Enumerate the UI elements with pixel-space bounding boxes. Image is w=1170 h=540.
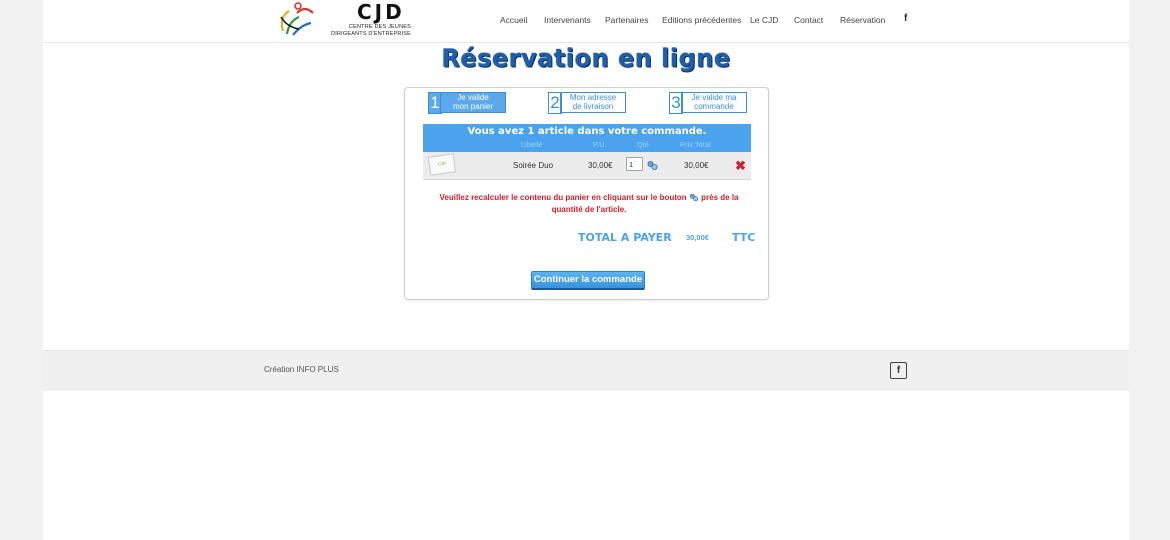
column-header-libelle: Libellé bbox=[521, 140, 543, 149]
logo-subtitle: CENTRE DES JEUNES DIRIGEANTS D'ENTREPRIS… bbox=[331, 24, 411, 37]
cart-row: CJD Soirée Duo 30,00€ 1 30,00€ ✖ bbox=[423, 152, 751, 180]
nav-editions-precedentes[interactable]: Editions précédentes bbox=[662, 15, 741, 25]
site-footer: Création INFO PLUS f bbox=[43, 350, 1129, 391]
cart-summary: Vous avez 1 article dans votre commande. bbox=[467, 126, 707, 137]
site-header: CJD CENTRE DES JEUNES DIRIGEANTS D'ENTRE… bbox=[43, 0, 1129, 43]
refresh-icon[interactable] bbox=[647, 160, 658, 171]
page-title: Réservation en ligne bbox=[441, 43, 731, 73]
row-total: 30,00€ bbox=[684, 161, 709, 170]
facebook-icon[interactable]: f bbox=[904, 13, 907, 24]
reservation-panel: 1 Je valide mon panier 2 Mon adresse de … bbox=[404, 87, 769, 300]
logo-text: CJD bbox=[357, 0, 405, 24]
step-label-line: commande bbox=[694, 101, 734, 111]
step-label: Mon adresse de livraison bbox=[560, 92, 626, 113]
step-label-line: de livraison bbox=[572, 101, 614, 111]
total-suffix: TTC bbox=[732, 231, 756, 244]
facebook-icon[interactable]: f bbox=[890, 362, 907, 379]
warning-text-part1: Veuillez recalculer le contenu du panier… bbox=[439, 193, 687, 202]
delete-icon[interactable]: ✖ bbox=[735, 159, 746, 172]
recalculate-warning: Veuillez recalculer le contenu du panier… bbox=[425, 192, 753, 216]
logo-mark-icon bbox=[280, 2, 314, 36]
column-header-pu: P.U. bbox=[593, 140, 607, 149]
step-label: Je valide mon panier bbox=[440, 92, 506, 113]
step-label: Je valide ma commande bbox=[681, 92, 747, 113]
nav-contact[interactable]: Contact bbox=[794, 15, 823, 25]
quantity-input[interactable]: 1 bbox=[626, 157, 643, 171]
total-label: TOTAL A PAYER bbox=[578, 231, 672, 244]
nav-intervenants[interactable]: Intervenants bbox=[544, 15, 591, 25]
nav-accueil[interactable]: Accueil bbox=[500, 15, 527, 25]
site-logo[interactable]: CJD CENTRE DES JEUNES DIRIGEANTS D'ENTRE… bbox=[274, 0, 414, 42]
page: CJD CENTRE DES JEUNES DIRIGEANTS D'ENTRE… bbox=[43, 0, 1129, 540]
column-header-prix-total: Prix Total bbox=[680, 140, 711, 149]
refresh-icon bbox=[689, 194, 698, 202]
unit-price: 30,00€ bbox=[588, 161, 613, 170]
product-label: Soirée Duo bbox=[513, 161, 554, 170]
continue-order-button[interactable]: Continuer la commande bbox=[531, 271, 645, 290]
product-thumbnail: CJD bbox=[427, 153, 457, 176]
cart-header: Vous avez 1 article dans votre commande.… bbox=[423, 124, 751, 152]
nav-reservation[interactable]: Réservation bbox=[840, 15, 885, 25]
column-header-qte: Qté bbox=[637, 140, 650, 149]
total-amount: 30,00€ bbox=[686, 233, 709, 242]
nav-partenaires[interactable]: Partenaires bbox=[605, 15, 648, 25]
step-label-line: mon panier bbox=[452, 101, 494, 111]
nav-le-cjd[interactable]: Le CJD bbox=[750, 15, 778, 25]
footer-credit[interactable]: Création INFO PLUS bbox=[264, 365, 339, 374]
